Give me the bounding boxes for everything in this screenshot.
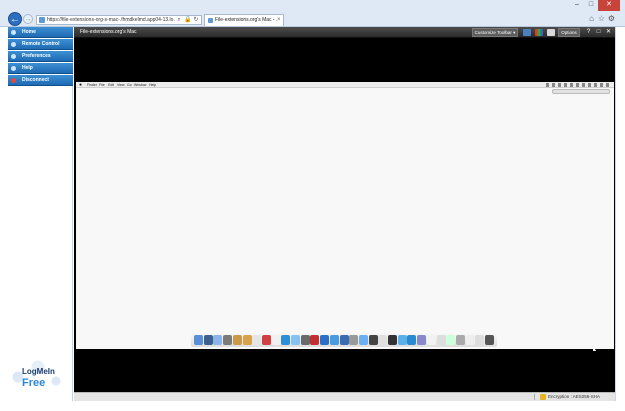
maximize-button[interactable]: □ bbox=[584, 0, 598, 11]
logmein-free-logo: Free bbox=[22, 377, 46, 389]
dock-app-icon[interactable] bbox=[397, 335, 407, 345]
menu-finder[interactable]: Finder bbox=[87, 82, 97, 88]
sidebar-item-label: Help bbox=[22, 65, 33, 71]
dock-app-icon[interactable] bbox=[426, 335, 436, 345]
fullscreen-icon[interactable]: □ bbox=[594, 28, 603, 37]
sidebar-item-label: Disconnect bbox=[22, 77, 49, 83]
dock-app-icon[interactable] bbox=[485, 335, 494, 345]
minimize-button[interactable]: – bbox=[570, 0, 584, 11]
sidebar-item-disconnect[interactable]: Disconnect bbox=[8, 75, 73, 86]
mac-menu-bar: ● Finder File Edit View Go Window Help bbox=[76, 82, 614, 88]
remote-computer-title: File-extensions.org's Mac bbox=[80, 29, 137, 35]
search-icon[interactable]: ⌕ bbox=[176, 17, 182, 24]
dock-app-icon[interactable] bbox=[436, 335, 446, 345]
home-icon bbox=[11, 30, 16, 35]
disconnect-icon bbox=[11, 78, 16, 83]
dock-app-icon[interactable] bbox=[388, 335, 397, 345]
dock-app-icon[interactable] bbox=[475, 335, 485, 345]
dock-app-icon[interactable] bbox=[271, 335, 281, 345]
encryption-status: Encryption : AES256-SHA bbox=[548, 394, 601, 399]
dock-app-icon[interactable] bbox=[281, 335, 291, 345]
browser-chrome: ← → https://file-extensions-org-s-mac-.f… bbox=[0, 0, 625, 27]
dock-app-icon[interactable] bbox=[291, 335, 300, 345]
dock-app-icon[interactable] bbox=[368, 335, 378, 345]
encryption-lock-icon bbox=[540, 394, 546, 400]
refresh-icon[interactable]: ↻ bbox=[193, 17, 199, 24]
menu-help[interactable]: Help bbox=[149, 82, 156, 88]
menu-edit[interactable]: Edit bbox=[108, 82, 114, 88]
screen-icon[interactable] bbox=[523, 29, 531, 36]
sidebar-item-home[interactable]: Home bbox=[8, 27, 73, 38]
dock-app-icon[interactable] bbox=[194, 335, 203, 345]
spotlight-search-field[interactable] bbox=[552, 89, 610, 94]
gear-icon bbox=[11, 54, 16, 59]
dock-app-icon[interactable] bbox=[203, 335, 213, 345]
status-bar: Encryption : AES256-SHA bbox=[74, 392, 615, 401]
lock-icon[interactable]: 🔒 bbox=[184, 17, 191, 24]
customize-toolbar-button[interactable]: Customize Toolbar ▾ bbox=[472, 28, 518, 37]
logmein-logo-text: LogMeIn bbox=[22, 367, 55, 376]
dock-app-icon[interactable] bbox=[455, 335, 465, 345]
dock-app-icon[interactable] bbox=[446, 335, 456, 345]
dock-app-icon[interactable] bbox=[261, 335, 271, 345]
favorites-icon[interactable]: ☆ bbox=[597, 14, 606, 23]
address-bar[interactable]: https://file-extensions-org-s-mac-.fhmdk… bbox=[36, 15, 202, 25]
dock-app-icon[interactable] bbox=[407, 335, 417, 345]
tab-title: File-extensions.org's Mac - ... bbox=[215, 17, 277, 23]
tools-gear-icon[interactable]: ⚙ bbox=[607, 14, 616, 23]
dock-app-icon[interactable] bbox=[320, 335, 330, 345]
remote-icon bbox=[11, 42, 16, 47]
menu-go[interactable]: Go bbox=[127, 82, 132, 88]
apple-menu-icon[interactable]: ● bbox=[79, 82, 84, 88]
mac-desktop[interactable]: ● Finder File Edit View Go Window Help bbox=[76, 82, 614, 351]
dock-app-icon[interactable] bbox=[339, 335, 349, 345]
help-remote-icon[interactable]: ? bbox=[584, 28, 593, 37]
color-quality-icon[interactable] bbox=[535, 29, 543, 36]
dock-app-icon[interactable] bbox=[329, 335, 339, 345]
mouse-cursor-icon bbox=[593, 345, 596, 351]
dock-app-icon[interactable] bbox=[213, 335, 223, 345]
forward-button[interactable]: → bbox=[23, 14, 33, 24]
tab-favicon-icon bbox=[208, 18, 213, 23]
options-button[interactable]: Options bbox=[558, 28, 580, 37]
sidebar: Home Remote Control Preferences Help Dis… bbox=[8, 27, 73, 401]
dock-app-icon[interactable] bbox=[232, 335, 242, 345]
dock-app-icon[interactable] bbox=[223, 335, 233, 345]
dock-app-icon[interactable] bbox=[378, 335, 388, 345]
dock-app-icon[interactable] bbox=[358, 335, 368, 345]
sidebar-item-label: Remote Control bbox=[22, 41, 60, 47]
menu-view[interactable]: View bbox=[117, 82, 125, 88]
sidebar-item-label: Home bbox=[22, 29, 36, 35]
menu-window[interactable]: Window bbox=[134, 82, 146, 88]
lock-screen-icon[interactable] bbox=[547, 29, 555, 36]
home-browser-icon[interactable]: ⌂ bbox=[587, 14, 596, 23]
remote-toolbar: File-extensions.org's Mac Customize Tool… bbox=[74, 27, 615, 38]
close-session-icon[interactable]: ✕ bbox=[604, 28, 613, 37]
back-button[interactable]: ← bbox=[8, 12, 22, 26]
tab-close-icon[interactable]: × bbox=[277, 17, 283, 24]
dock-app-icon[interactable] bbox=[242, 335, 252, 345]
dock-app-icon[interactable] bbox=[465, 335, 475, 345]
address-text[interactable]: https://file-extensions-org-s-mac-.fhmdk… bbox=[47, 17, 175, 25]
close-window-button[interactable]: ✕ bbox=[598, 0, 620, 11]
sidebar-item-remote-control[interactable]: Remote Control bbox=[8, 39, 73, 50]
mac-status-icons[interactable] bbox=[546, 83, 610, 87]
menu-file[interactable]: File bbox=[99, 82, 105, 88]
dock-app-icon[interactable] bbox=[252, 335, 262, 345]
sidebar-item-help[interactable]: Help bbox=[8, 63, 73, 74]
dock-app-icon[interactable] bbox=[300, 335, 310, 345]
status-divider bbox=[534, 394, 535, 400]
sidebar-item-preferences[interactable]: Preferences bbox=[8, 51, 73, 62]
dock-app-icon[interactable] bbox=[349, 335, 359, 345]
mac-dock bbox=[191, 332, 497, 347]
dock-app-icon[interactable] bbox=[417, 335, 427, 345]
dock-app-icon[interactable] bbox=[310, 335, 320, 345]
page-right-edge bbox=[615, 27, 625, 401]
help-icon bbox=[11, 66, 16, 71]
sidebar-item-label: Preferences bbox=[22, 53, 51, 59]
browser-tab[interactable]: File-extensions.org's Mac - ... × bbox=[204, 14, 284, 26]
site-favicon-icon bbox=[39, 17, 45, 23]
